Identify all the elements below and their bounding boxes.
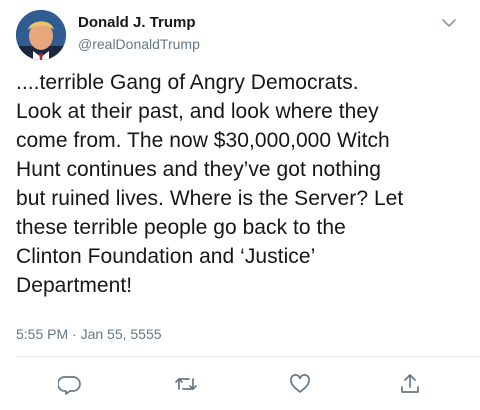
retweet-icon[interactable] [174, 372, 198, 396]
tweet-timestamp[interactable]: 5:55 PM · Jan 55, 5555 [16, 326, 162, 342]
divider [16, 356, 480, 357]
like-icon[interactable] [288, 372, 312, 396]
tweet-text: ....terrible Gang of Angry Democrats. Lo… [16, 71, 404, 297]
share-icon[interactable] [398, 372, 422, 396]
avatar[interactable] [16, 10, 66, 60]
reply-icon[interactable] [58, 372, 82, 396]
chevron-down-icon[interactable] [440, 16, 458, 30]
tweet-card: Donald J. Trump @realDonaldTrump ....ter… [0, 0, 480, 410]
user-handle[interactable]: @realDonaldTrump [78, 36, 200, 52]
display-name[interactable]: Donald J. Trump [78, 14, 196, 31]
avatar-image [16, 10, 66, 60]
